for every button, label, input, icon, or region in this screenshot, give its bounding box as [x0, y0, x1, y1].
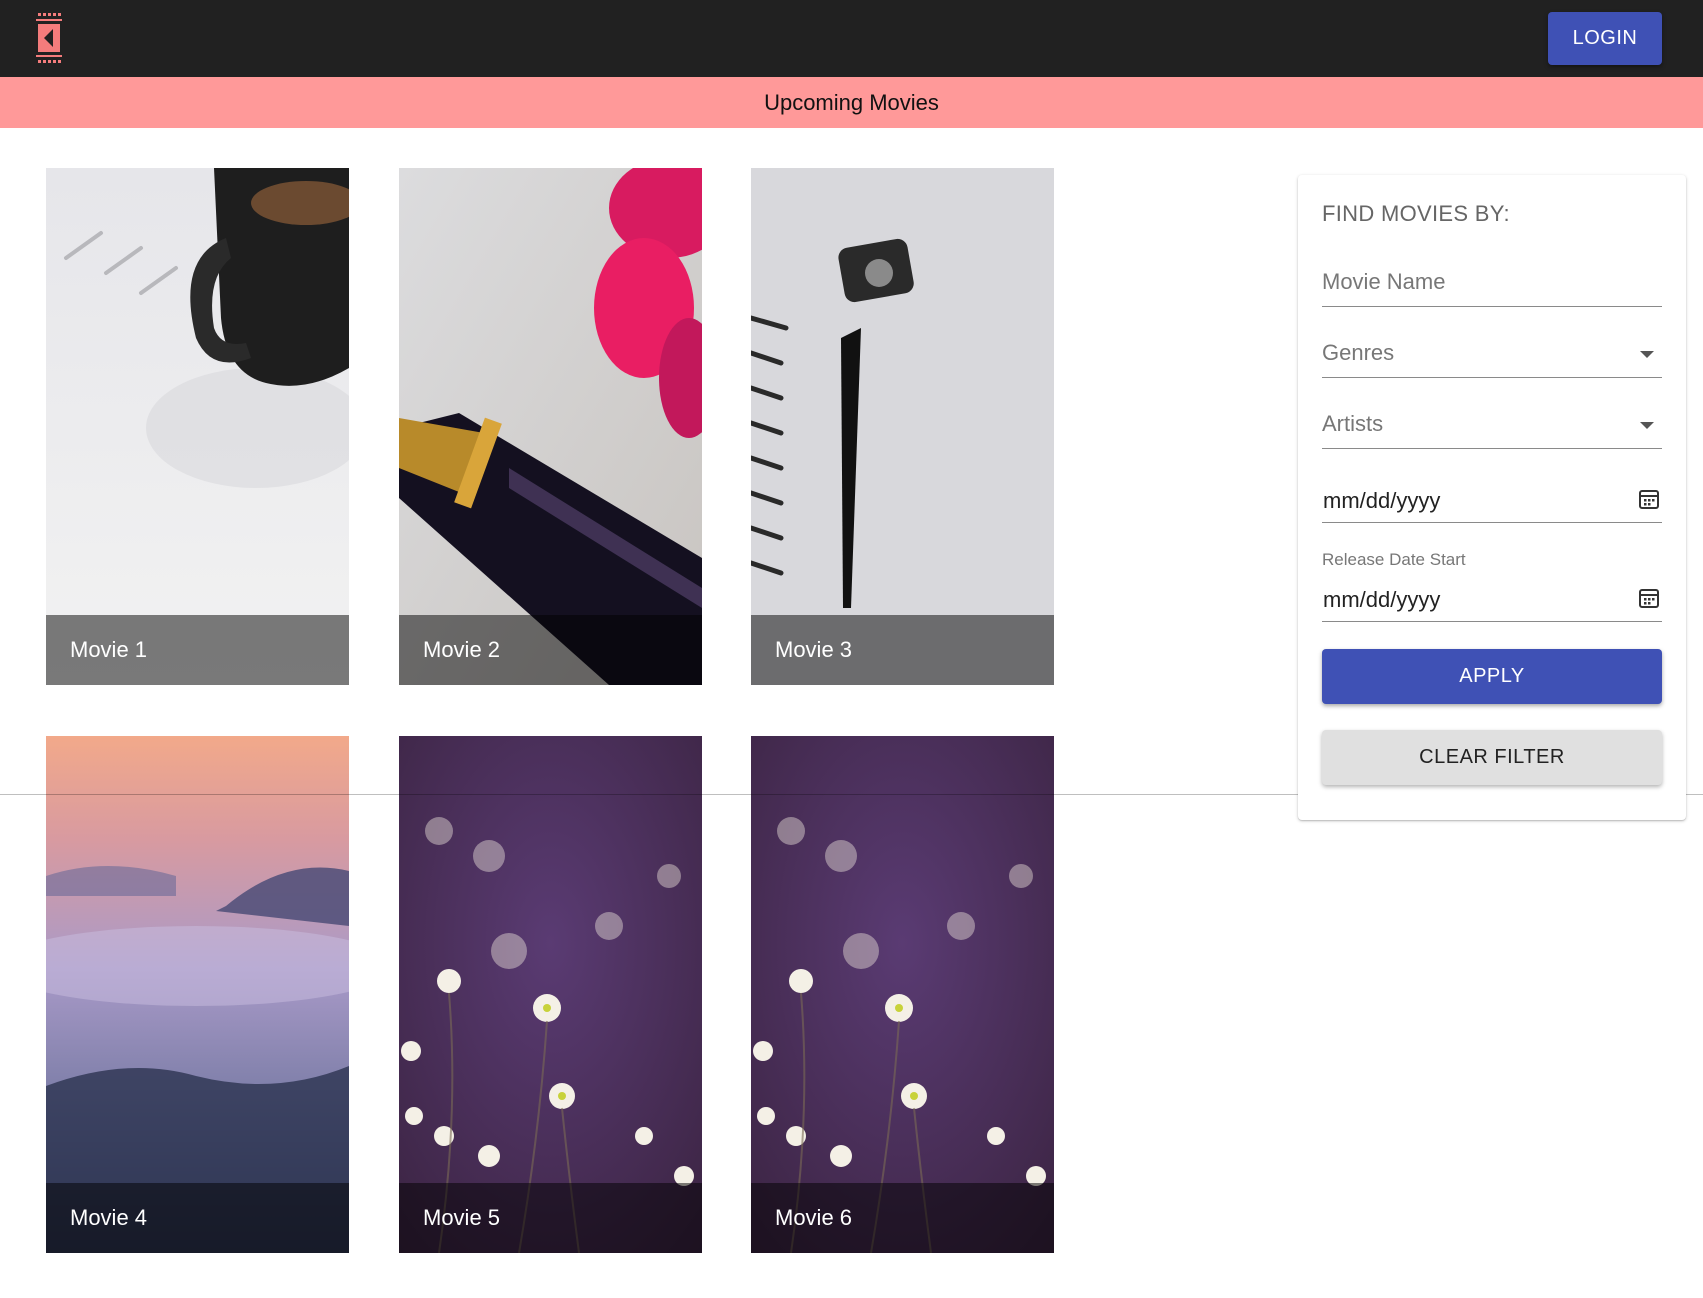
genres-placeholder: Genres [1322, 340, 1395, 365]
movie-tile[interactable]: Movie 2 [399, 168, 702, 685]
movie-title: Movie 6 [751, 1183, 1054, 1253]
apply-button[interactable]: APPLY [1322, 649, 1662, 704]
filter-heading: FIND MOVIES BY: [1322, 201, 1510, 226]
movie-tile[interactable]: Movie 6 [751, 736, 1054, 1253]
movie-title: Movie 2 [399, 615, 702, 685]
film-strip-logo-icon[interactable] [36, 11, 62, 65]
movie-poster-image [46, 736, 349, 1253]
movie-title: Movie 5 [399, 1183, 702, 1253]
release-date-end-field[interactable]: mm/dd/yyyy [1322, 480, 1662, 523]
movie-poster-image [399, 168, 702, 685]
movie-title: Movie 3 [751, 615, 1054, 685]
movie-tile[interactable]: Movie 4 [46, 736, 349, 1253]
movie-poster-image [751, 736, 1054, 1253]
page-banner: Upcoming Movies [0, 77, 1703, 128]
filter-card: FIND MOVIES BY: Movie Name Genres Artist… [1298, 175, 1686, 820]
date-value: mm/dd/yyyy [1323, 488, 1441, 513]
artists-select[interactable]: Artists [1322, 409, 1662, 449]
page-title: Upcoming Movies [764, 89, 939, 115]
movie-title: Movie 4 [46, 1183, 349, 1253]
calendar-icon[interactable] [1638, 587, 1660, 609]
movie-poster-image [399, 736, 702, 1253]
chevron-down-icon [1640, 351, 1654, 358]
date-value: mm/dd/yyyy [1323, 587, 1441, 612]
movie-tile[interactable]: Movie 1 [46, 168, 349, 685]
clear-filter-button[interactable]: CLEAR FILTER [1322, 730, 1662, 785]
chevron-down-icon [1640, 422, 1654, 429]
movie-title: Movie 1 [46, 615, 349, 685]
release-date-start-label: Release Date Start [1322, 550, 1466, 569]
release-date-start-field[interactable]: mm/dd/yyyy [1322, 579, 1662, 622]
movie-tile[interactable]: Movie 3 [751, 168, 1054, 685]
app-header: LOGIN [0, 0, 1703, 77]
login-button[interactable]: LOGIN [1548, 12, 1662, 65]
movie-name-field[interactable]: Movie Name [1322, 267, 1662, 307]
movie-name-placeholder: Movie Name [1322, 269, 1446, 294]
genres-select[interactable]: Genres [1322, 338, 1662, 378]
artists-placeholder: Artists [1322, 411, 1384, 436]
calendar-icon[interactable] [1638, 488, 1660, 510]
movie-poster-image [751, 168, 1054, 685]
movie-poster-image [46, 168, 349, 685]
movie-tile[interactable]: Movie 5 [399, 736, 702, 1253]
